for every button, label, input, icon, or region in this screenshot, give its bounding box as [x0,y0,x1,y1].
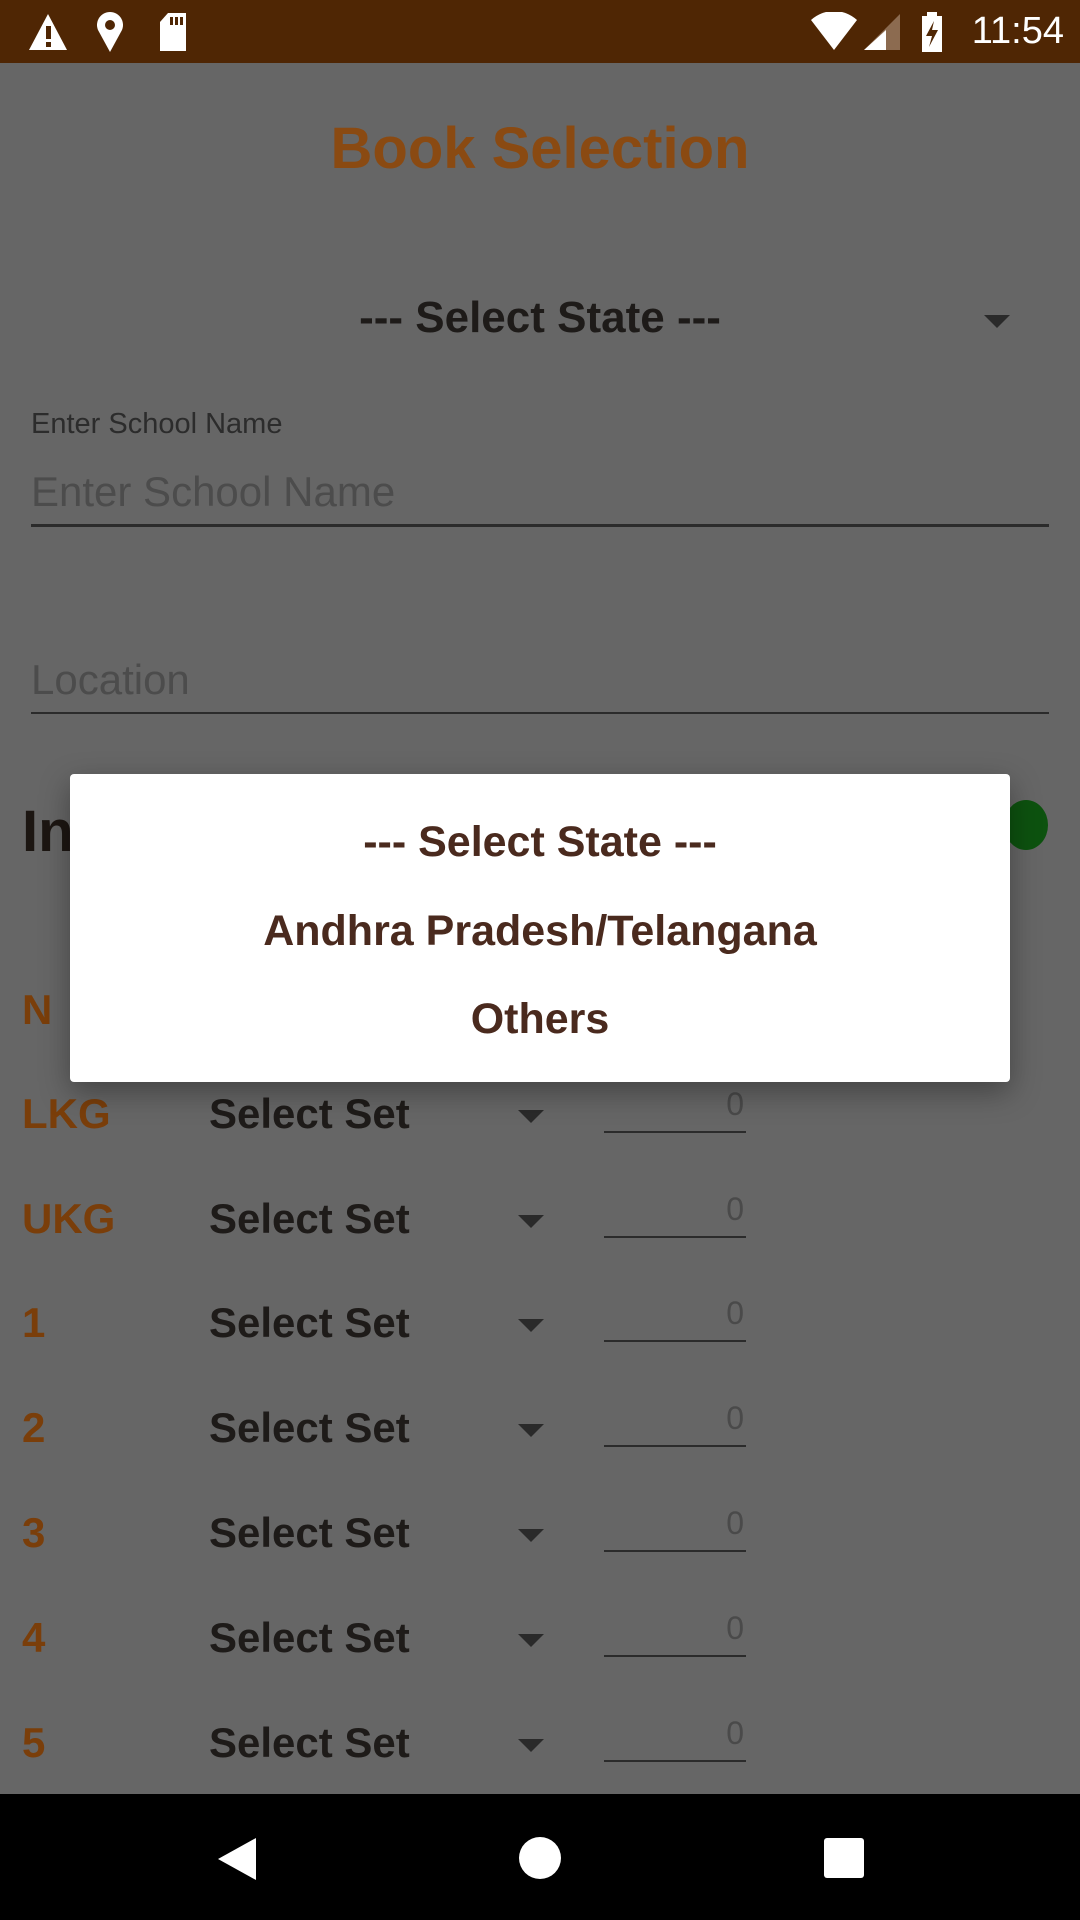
chevron-down-icon [518,1215,544,1228]
class-label: 2 [22,1404,46,1451]
recents-icon[interactable] [824,1838,864,1878]
option-others[interactable]: Others [70,995,1010,1044]
set-dropdown[interactable]: Select Set [209,1614,410,1662]
signal-icon [864,14,900,50]
chevron-down-icon [518,1634,544,1647]
set-dropdown[interactable]: Select Set [209,1404,410,1452]
class-label: N [22,986,53,1033]
battery-charging-icon [922,12,942,52]
school-name-input[interactable]: Enter School Name [31,468,1049,527]
state-dropdown-value: --- Select State --- [359,293,721,342]
set-dropdown[interactable]: Select Set [209,1509,410,1557]
page-title: Book Selection [330,116,750,181]
class-label: LKG [22,1090,111,1137]
state-picker-dialog: --- Select State --- Andhra Pradesh/Tela… [70,774,1010,1082]
set-dropdown[interactable]: Select Set [209,1719,410,1767]
option-andhra-pradesh-telangana[interactable]: Andhra Pradesh/Telangana [70,907,1010,956]
class-row: 4 Select Set 0 [0,1610,1080,1694]
class-label: 4 [22,1614,46,1661]
chevron-down-icon [518,1529,544,1542]
class-row: UKG Select Set 0 [0,1191,1080,1275]
class-label: 1 [22,1299,46,1346]
quantity-input[interactable]: 0 [604,1295,746,1342]
class-row: 3 Select Set 0 [0,1505,1080,1589]
back-icon[interactable] [216,1836,258,1882]
class-row: 5 Select Set 0 [0,1715,1080,1799]
school-name-label: Enter School Name [31,408,283,440]
toggle-switch[interactable] [1004,800,1048,850]
section-heading: In [22,799,74,864]
class-row: 1 Select Set 0 [0,1295,1080,1379]
quantity-input[interactable]: 0 [604,1715,746,1762]
class-row: 2 Select Set 0 [0,1400,1080,1484]
set-dropdown[interactable]: Select Set [209,1195,410,1243]
quantity-input[interactable]: 0 [604,1191,746,1238]
quantity-input[interactable]: 0 [604,1505,746,1552]
chevron-down-icon [518,1739,544,1752]
location-input[interactable]: Location [31,656,1049,714]
home-icon[interactable] [518,1836,562,1880]
clock: 11:54 [971,10,1064,52]
set-dropdown[interactable]: Select Set [209,1299,410,1347]
sd-card-icon [160,13,186,51]
chevron-down-icon [518,1319,544,1332]
chevron-down-icon [518,1424,544,1437]
state-dropdown[interactable]: --- Select State --- [0,293,1080,343]
navigation-bar [0,1794,1080,1920]
status-bar: 11:54 [0,0,1080,63]
quantity-input[interactable]: 0 [604,1086,746,1133]
location-icon [97,12,123,52]
class-row: LKG Select Set 0 [0,1086,1080,1170]
class-label: 5 [22,1719,46,1766]
wifi-icon [811,12,857,50]
class-label: 3 [22,1509,46,1556]
chevron-down-icon [518,1110,544,1123]
warning-icon [29,14,67,50]
class-label: UKG [22,1195,116,1242]
option-select-state[interactable]: --- Select State --- [70,818,1010,867]
quantity-input[interactable]: 0 [604,1400,746,1447]
quantity-input[interactable]: 0 [604,1610,746,1657]
set-dropdown[interactable]: Select Set [209,1090,410,1138]
chevron-down-icon [984,315,1010,328]
